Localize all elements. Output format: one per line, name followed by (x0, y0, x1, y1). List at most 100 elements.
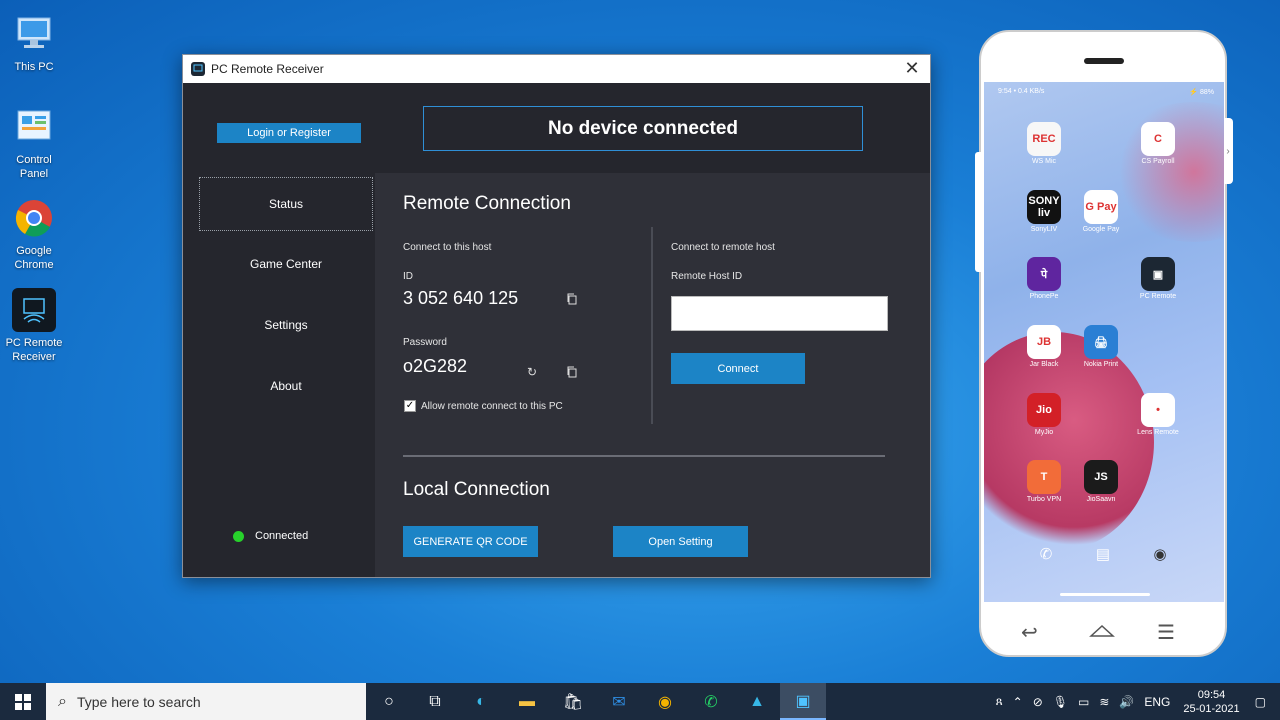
host-label: Connect to this host (403, 242, 492, 253)
app-icon: REC (1027, 122, 1061, 156)
desktop-icon-google-chrome[interactable]: Google Chrome (0, 196, 68, 272)
mail-icon[interactable]: ✉ (596, 683, 642, 720)
sidebar-item-about[interactable]: About (199, 359, 373, 413)
home-icon[interactable] (1089, 620, 1115, 646)
app-logo-icon (191, 62, 205, 76)
app-icon: Jio (1027, 393, 1061, 427)
copy-id-icon[interactable] (565, 292, 579, 306)
connect-button[interactable]: Connect (671, 353, 805, 384)
close-icon[interactable]: ✕ (902, 58, 922, 78)
messages-icon[interactable]: ▤ (1086, 537, 1120, 571)
file-explorer-icon[interactable]: ▬ (504, 683, 550, 720)
app-icon: SONY liv (1027, 190, 1061, 224)
phone-app-3[interactable]: G Pay Google Pay (1075, 190, 1127, 233)
app-label: JioSaavn (1086, 496, 1116, 503)
app-icon: ▣ (1141, 257, 1175, 291)
chrome-taskbar-icon[interactable]: ◉ (642, 683, 688, 720)
allow-remote-checkbox[interactable]: ✓ Allow remote connect to this PC (404, 400, 563, 412)
home-indicator (1060, 593, 1150, 596)
whatsapp-icon[interactable]: ✆ (688, 683, 734, 720)
edge-icon[interactable]: ◐ (458, 683, 504, 720)
notifications-icon[interactable]: ▢ (1255, 695, 1266, 709)
app-taskbar-icon[interactable]: ▲ (734, 683, 780, 720)
wifi-icon[interactable]: ≋ (1099, 695, 1109, 709)
phone-status-left: 9:54 • 0.4 KB/s (998, 88, 1045, 95)
back-icon[interactable]: ↩ (1021, 620, 1038, 645)
phone-dialer-icon[interactable]: ✆ (1029, 537, 1063, 571)
desktop-icon-label: This PC (14, 61, 54, 73)
chrome-icon (12, 196, 56, 240)
generate-qr-button[interactable]: GENERATE QR CODE (403, 526, 538, 557)
login-register-button[interactable]: Login or Register (217, 123, 361, 143)
app-icon: • (1141, 393, 1175, 427)
phone-app-5[interactable]: ▣ PC Remote (1132, 257, 1184, 300)
camera-icon[interactable]: ◉ (1143, 537, 1177, 571)
phone-app-7[interactable]: 🖨 Nokia Print (1075, 325, 1127, 368)
app-label: Jar Black (1029, 361, 1059, 368)
local-connection-heading: Local Connection (403, 479, 550, 500)
top-band: Login or Register No device connected (183, 83, 930, 173)
desktop-icon-label: Receiver (12, 351, 56, 363)
cortana-icon[interactable]: ○ (366, 683, 412, 720)
horizontal-divider (403, 455, 885, 457)
pc-remote-taskbar-icon[interactable]: ▣ (780, 683, 826, 720)
refresh-password-icon[interactable]: ↻ (525, 365, 539, 379)
pc-remote-icon (12, 288, 56, 332)
app-label: Lens Remote (1137, 429, 1179, 436)
sidebar-item-settings[interactable]: Settings (199, 298, 373, 352)
title-bar[interactable]: PC Remote Receiver ✕ (183, 55, 930, 83)
copy-password-icon[interactable] (565, 365, 579, 379)
phone-speaker (1084, 58, 1124, 64)
network-off-icon[interactable]: ⊘ (1033, 695, 1043, 709)
desktop-icon-pc-remote-receiver[interactable]: PC Remote Receiver (0, 288, 68, 364)
clock[interactable]: 09:54 25-01-2021 (1183, 688, 1239, 716)
desktop-icon-label: PC Remote (5, 337, 63, 349)
language-indicator[interactable]: ENG (1144, 695, 1170, 709)
phone-app-11[interactable]: JS JioSaavn (1075, 460, 1127, 503)
app-label: PhonePe (1029, 293, 1059, 300)
desktop-icon-control-panel[interactable]: Control Panel (0, 105, 68, 181)
remote-host-id-input[interactable] (671, 296, 888, 331)
clock-date: 25-01-2021 (1183, 702, 1240, 715)
desktop-icon-label: Control (16, 154, 52, 166)
phone-app-1[interactable]: C CS Payroll (1132, 122, 1184, 165)
desktop-icon-label: Chrome (14, 259, 54, 271)
sidebar-item-status[interactable]: Status (199, 177, 373, 231)
app-label: Google Pay (1082, 226, 1120, 233)
control-panel-icon (12, 105, 56, 149)
sidebar-item-game-center[interactable]: Game Center (199, 237, 373, 291)
app-label: Turbo VPN (1026, 496, 1062, 503)
monitor-icon (12, 12, 56, 56)
app-icon: JB (1027, 325, 1061, 359)
app-icon: 🖨 (1084, 325, 1118, 359)
desktop-icon-this-pc[interactable]: This PC (0, 12, 68, 74)
phone-app-0[interactable]: REC WS Mic (1018, 122, 1070, 165)
app-icon: T (1027, 460, 1061, 494)
remote-host-id-label: Remote Host ID (671, 271, 743, 282)
microphone-icon[interactable]: 🎙 (1053, 695, 1068, 709)
phone-app-9[interactable]: • Lens Remote (1132, 393, 1184, 436)
open-setting-button[interactable]: Open Setting (613, 526, 748, 557)
phone-app-8[interactable]: Jio MyJio (1018, 393, 1070, 436)
people-icon[interactable]: ጸ (996, 694, 1003, 709)
menu-icon[interactable]: ☰ (1157, 620, 1175, 645)
task-view-icon[interactable]: ⧉ (412, 683, 458, 720)
chevron-up-icon[interactable]: ⌃ (1013, 695, 1023, 709)
app-label: Nokia Print (1083, 361, 1119, 368)
battery-icon[interactable]: ▭ (1078, 695, 1089, 709)
windows-start-icon[interactable] (0, 683, 46, 720)
taskbar-search[interactable]: ⌕ Type here to search (46, 683, 366, 720)
main-panel: Remote Connection Connect to this host I… (375, 173, 930, 577)
app-icon: पे (1027, 257, 1061, 291)
phone-edge-tab (975, 152, 981, 272)
app-label: PC Remote (1139, 293, 1177, 300)
phone-app-4[interactable]: पे PhonePe (1018, 257, 1070, 300)
phone-app-10[interactable]: T Turbo VPN (1018, 460, 1070, 503)
id-value: 3 052 640 125 (403, 288, 519, 308)
chevron-right-icon[interactable]: › (1223, 118, 1233, 184)
store-icon[interactable]: 🛍 (550, 683, 596, 720)
phone-app-6[interactable]: JB Jar Black (1018, 325, 1070, 368)
phone-app-2[interactable]: SONY liv SonyLIV (1018, 190, 1070, 233)
volume-icon[interactable]: 🔊 (1119, 695, 1134, 709)
app-label: CS Payroll (1141, 158, 1175, 165)
